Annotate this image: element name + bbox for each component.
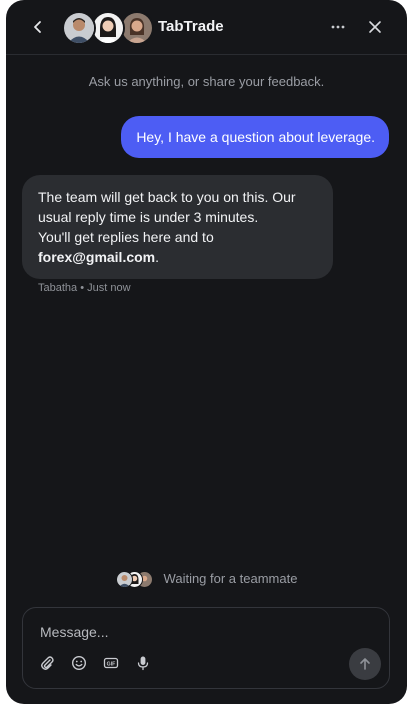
gif-button[interactable]: GIF: [101, 653, 121, 673]
paperclip-icon: [41, 656, 54, 670]
team-avatars: [62, 11, 154, 45]
chevron-left-icon: [34, 21, 41, 33]
chat-header: TabTrade: [6, 0, 407, 55]
back-button[interactable]: [26, 15, 50, 39]
emoji-icon: [71, 655, 87, 671]
agent-message-prefix: You'll get replies here and to: [38, 229, 214, 245]
more-options-button[interactable]: [326, 15, 350, 39]
agent-message-bubble: The team will get back to you on this. O…: [22, 175, 333, 279]
more-horizontal-icon: [331, 25, 345, 29]
arrow-up-icon: [360, 658, 370, 670]
waiting-text: Waiting for a teammate: [163, 571, 298, 586]
svg-text:GIF: GIF: [107, 662, 116, 668]
chat-window: TabTrade Ask us anything, or share your …: [6, 0, 407, 704]
voice-button[interactable]: [133, 653, 153, 673]
close-icon: [369, 21, 381, 33]
support-email: forex@gmail.com: [38, 249, 156, 265]
avatar: [91, 11, 125, 45]
message-input[interactable]: [38, 620, 342, 644]
emoji-button[interactable]: [69, 653, 89, 673]
avatar: [115, 571, 133, 588]
avatar: [62, 11, 96, 45]
teammate-avatars: [115, 571, 160, 588]
avatar: [120, 11, 154, 45]
agent-message-text: The team will get back to you on this. O…: [38, 189, 296, 225]
message-meta: Tabatha • Just now: [38, 282, 131, 294]
microphone-icon: [137, 656, 149, 671]
intro-text: Ask us anything, or share your feedback.: [88, 74, 325, 89]
waiting-status: Waiting for a teammate: [6, 570, 407, 588]
close-button[interactable]: [363, 15, 387, 39]
message-composer: GIF: [22, 607, 390, 689]
app-title: TabTrade: [158, 18, 224, 35]
attach-button[interactable]: [37, 653, 57, 673]
gif-icon: GIF: [103, 657, 119, 669]
send-button[interactable]: [349, 648, 381, 680]
agent-message-suffix: .: [155, 249, 160, 265]
user-message-bubble: Hey, I have a question about leverage.: [121, 116, 389, 158]
